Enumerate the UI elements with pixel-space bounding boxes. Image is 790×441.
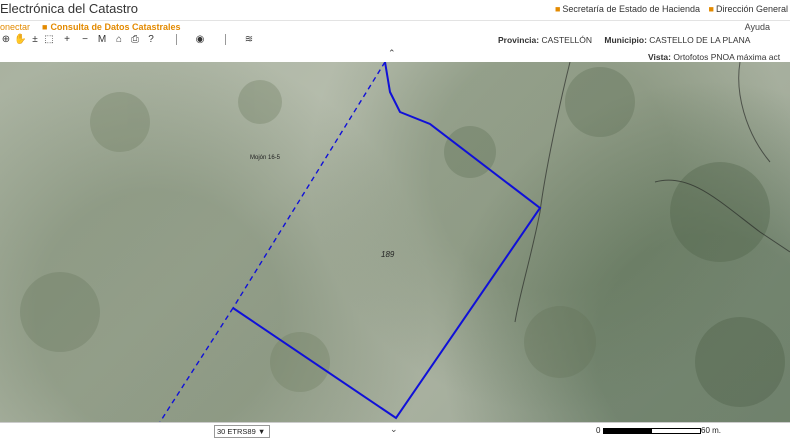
print-icon[interactable]: ⎙: [129, 33, 141, 46]
municipio-value: CASTELLO DE LA PLANA: [649, 35, 751, 45]
provincia-label: Provincia:: [498, 35, 540, 45]
map-viewport[interactable]: 189 Mojón 16-5: [0, 62, 790, 422]
link-direccion[interactable]: ■ Dirección General: [709, 4, 788, 14]
bullet-icon: ■: [554, 4, 561, 14]
layers-icon[interactable]: ≋: [243, 33, 255, 46]
menu-bar: onectar ■ Consulta de Datos Catastrales A…: [0, 20, 790, 34]
menu-consulta-datos[interactable]: ■ Consulta de Datos Catastrales: [42, 22, 180, 32]
collapse-down-icon[interactable]: ⌄: [390, 424, 398, 435]
select-area-icon[interactable]: ⬚: [43, 33, 55, 46]
boundary-label: Mojón 16-5: [250, 155, 281, 161]
zoom-in-icon[interactable]: +: [61, 33, 73, 46]
vista-info: Vista: Ortofotos PNOA máxima act: [648, 52, 780, 62]
collapse-up-icon[interactable]: ⌃: [388, 48, 396, 59]
app-title: Electrónica del Catastro: [0, 1, 139, 16]
header-links: ■ Secretaría de Estado de Hacienda ■ Direc…: [549, 4, 788, 14]
terrain-line: [514, 62, 571, 323]
parcel-number: 189: [381, 250, 395, 259]
scale-bar: [603, 428, 701, 434]
srs-select[interactable]: 30 ETRS89 ▼: [214, 425, 270, 438]
measure-icon[interactable]: M: [96, 33, 108, 46]
home-icon[interactable]: ⌂: [113, 33, 125, 46]
toolbar-divider: [176, 34, 177, 45]
vista-value: Ortofotos PNOA máxima act: [673, 52, 781, 62]
bullet-icon: ■: [708, 4, 714, 14]
vista-label: Vista:: [648, 52, 671, 62]
scale-end: 60 m.: [701, 426, 722, 435]
menu-consulta-label: Consulta de Datos Catastrales: [50, 22, 181, 32]
scale-start: 0: [596, 426, 601, 435]
bullet-icon: ■: [42, 22, 48, 32]
map-overlay: [20, 62, 790, 422]
marker-icon[interactable]: ◉: [194, 33, 206, 46]
hand-icon[interactable]: ✋: [14, 33, 26, 46]
terrain-texture: [20, 67, 785, 407]
globe-icon[interactable]: ⊕: [0, 33, 12, 46]
terrain-line: [738, 62, 771, 163]
zoom-out-icon[interactable]: −: [79, 33, 91, 46]
zoom-in-out-icon[interactable]: ±: [29, 33, 41, 46]
menu-ayuda[interactable]: Ayuda: [745, 22, 770, 32]
municipio-label: Municipio:: [604, 35, 647, 45]
link-direccion-label: Dirección General: [715, 4, 788, 14]
link-hacienda-label: Secretaría de Estado de Hacienda: [562, 4, 701, 14]
app-titlebar: Electrónica del Catastro ■ Secretaría de …: [0, 0, 790, 20]
toolbar-divider: [225, 34, 226, 45]
menu-desconectar[interactable]: onectar: [0, 22, 30, 32]
location-info: Provincia: CASTELLÓN Municipio: CASTELLO…: [494, 35, 750, 45]
help-icon[interactable]: ?: [145, 33, 157, 46]
link-hacienda[interactable]: ■ Secretaría de Estado de Hacienda: [555, 4, 700, 14]
municipal-boundary: [159, 307, 234, 422]
provincia-value: CASTELLÓN: [541, 35, 593, 45]
